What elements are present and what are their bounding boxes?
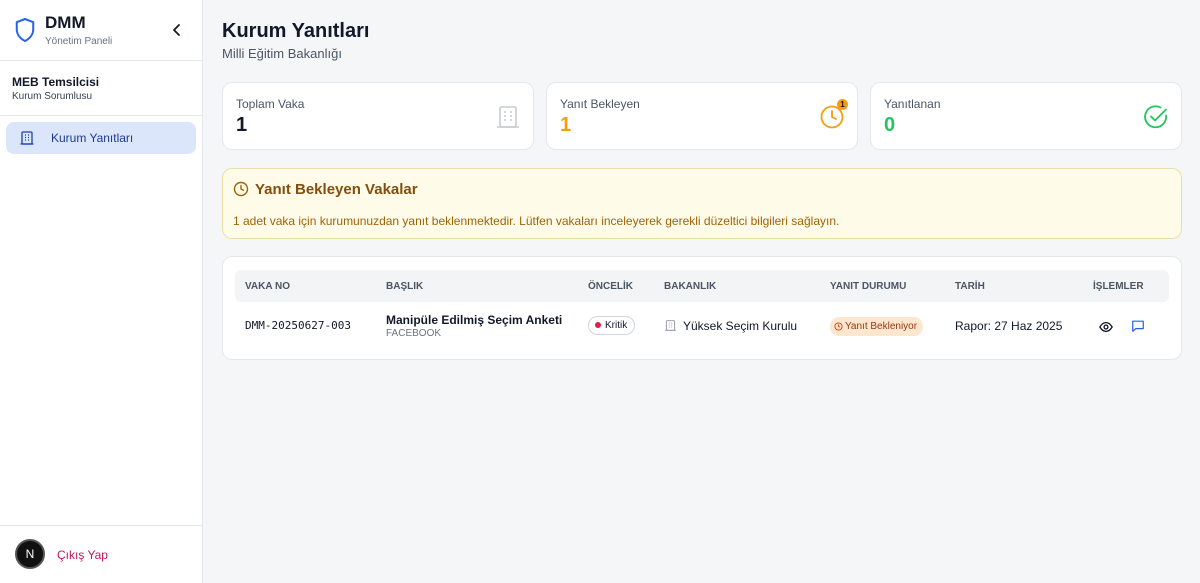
priority-label: Kritik xyxy=(605,320,628,331)
message-icon[interactable] xyxy=(1131,319,1145,333)
stat-label: Yanıtlanan xyxy=(884,97,941,111)
logout-link[interactable]: Çıkış Yap xyxy=(57,548,108,562)
clock-icon xyxy=(834,322,843,331)
user-role: Kurum Sorumlusu xyxy=(12,91,93,102)
shield-icon xyxy=(15,17,35,43)
building-icon xyxy=(497,106,519,128)
sidebar-footer: N Çıkış Yap xyxy=(0,525,202,583)
cases-table: VAKA NO BAŞLIK ÖNCELİK BAKANLIK YANIT DU… xyxy=(222,256,1182,360)
stat-value: 1 xyxy=(560,114,572,136)
ministry-name: Yüksek Seçim Kurulu xyxy=(683,319,798,333)
sidebar: DMM Yönetim Paneli MEB Temsilcisi Kurum … xyxy=(0,0,203,583)
status-badge: Yanıt Bekleniyor xyxy=(830,317,924,336)
column-header: TARİH xyxy=(955,281,985,292)
eye-icon[interactable] xyxy=(1099,320,1113,334)
priority-dot xyxy=(595,322,601,328)
app-title: DMM xyxy=(45,13,86,32)
avatar[interactable]: N xyxy=(15,539,45,569)
case-title: Manipüle Edilmiş Seçim Anketi xyxy=(386,313,563,327)
stat-card-pending: Yanıt Bekleyen 1 1 xyxy=(546,82,858,150)
app-subtitle: Yönetim Paneli xyxy=(45,36,113,47)
stat-label: Toplam Vaka xyxy=(236,97,305,111)
sidebar-item-label: Kurum Yanıtları xyxy=(51,131,134,145)
user-info: MEB Temsilcisi Kurum Sorumlusu xyxy=(0,61,202,116)
alert-text: 1 adet vaka için kurumunuzdan yanıt bekl… xyxy=(233,214,840,228)
user-name: MEB Temsilcisi xyxy=(12,75,100,89)
stat-value: 1 xyxy=(236,114,248,136)
building-icon xyxy=(665,320,676,331)
brand-header: DMM Yönetim Paneli xyxy=(0,0,202,61)
column-header: ÖNCELİK xyxy=(588,281,633,292)
status-label: Yanıt Bekleniyor xyxy=(845,321,918,332)
report-date: Rapor: 27 Haz 2025 xyxy=(955,319,1063,333)
stat-card-answered: Yanıtlanan 0 xyxy=(870,82,1182,150)
alert-title: Yanıt Bekleyen Vakalar xyxy=(255,181,418,198)
building-icon xyxy=(20,131,34,145)
chevron-left-icon[interactable] xyxy=(168,21,186,39)
stat-card-total: Toplam Vaka 1 xyxy=(222,82,534,150)
stat-value: 0 xyxy=(884,114,896,136)
column-header: BAŞLIK xyxy=(386,281,424,292)
page-subtitle: Milli Eğitim Bakanlığı xyxy=(222,46,342,61)
column-header: VAKA NO xyxy=(245,281,290,292)
pending-alert: Yanıt Bekleyen Vakalar 1 adet vaka için … xyxy=(222,168,1182,239)
pending-badge: 1 xyxy=(837,99,848,110)
table-header: VAKA NO BAŞLIK ÖNCELİK BAKANLIK YANIT DU… xyxy=(235,270,1169,302)
column-header: BAKANLIK xyxy=(664,281,717,292)
case-source: FACEBOOK xyxy=(386,328,442,339)
stat-label: Yanıt Bekleyen xyxy=(560,97,640,111)
check-circle-icon xyxy=(1144,105,1167,129)
column-header: YANIT DURUMU xyxy=(830,281,907,292)
sidebar-item-kurum-yanitlari[interactable]: Kurum Yanıtları xyxy=(6,122,196,154)
case-number: DMM-20250627-003 xyxy=(245,319,351,332)
column-header: İŞLEMLER xyxy=(1093,281,1144,292)
priority-badge: Kritik xyxy=(588,316,636,335)
clock-icon xyxy=(233,181,249,197)
page-title: Kurum Yanıtları xyxy=(222,20,370,42)
